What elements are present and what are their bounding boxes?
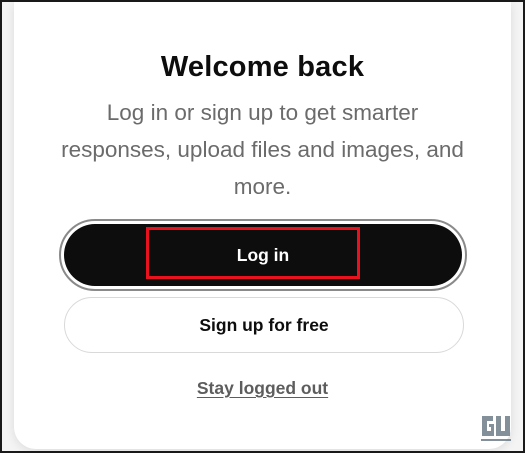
modal-title: Welcome back (160, 51, 365, 83)
signup-button[interactable]: Sign up for free (64, 297, 464, 353)
stay-logged-out-link[interactable]: Stay logged out (14, 378, 511, 399)
login-button-focus-ring: Log in (59, 219, 467, 291)
login-button[interactable]: Log in (64, 224, 462, 286)
login-modal: Welcome back Log in or sign up to get sm… (14, 2, 511, 449)
modal-subtitle: Log in or sign up to get smarter respons… (61, 100, 464, 199)
gadgets-to-use-logo-icon (481, 416, 511, 441)
